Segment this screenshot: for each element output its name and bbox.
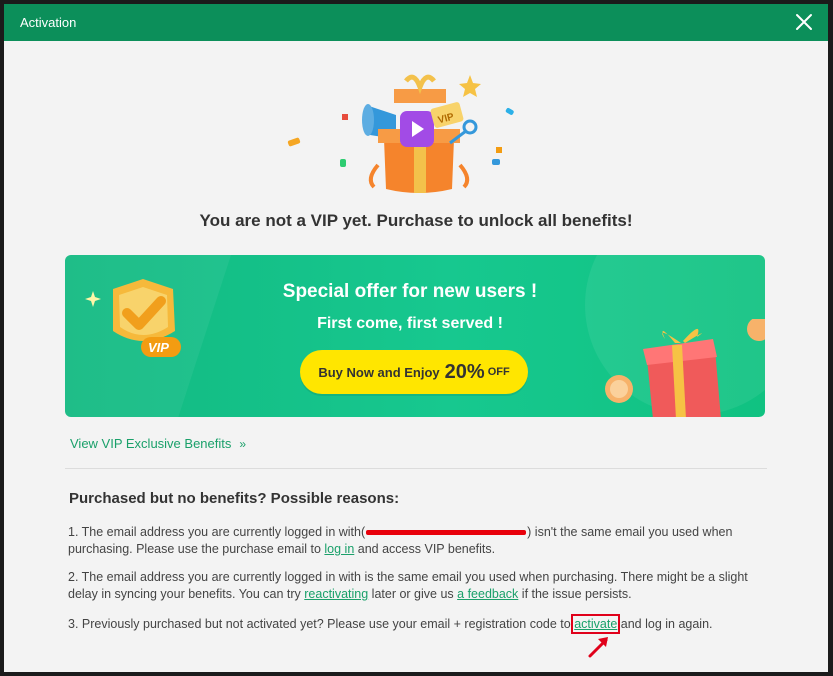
reason-1-text-c: and access VIP benefits.: [354, 542, 496, 556]
divider: [65, 468, 767, 469]
window-title: Activation: [20, 15, 77, 30]
reasons-title: Purchased but no benefits? Possible reas…: [69, 490, 400, 507]
buy-now-button[interactable]: Buy Now and Enjoy 20% OFF: [300, 350, 528, 394]
buy-button-percent: 20%: [444, 360, 485, 383]
offer-title: Special offer for new users !: [282, 281, 538, 302]
gift-box-icon: [605, 319, 765, 417]
reason-3: 3. Previously purchased but not activate…: [68, 614, 768, 634]
buy-button-prefix: Buy Now and Enjoy: [318, 364, 440, 380]
arrow-annotation-icon: [588, 637, 608, 658]
reason-2: 2. The email address you are currently l…: [68, 569, 768, 603]
buy-button-suffix: OFF: [487, 366, 510, 378]
activation-window: Activation VIP You are not a VIP yet. Pu…: [4, 4, 828, 672]
redacted-email: [366, 530, 527, 536]
reason-2-text-c: if the issue persists.: [518, 587, 632, 601]
close-icon[interactable]: [792, 10, 816, 34]
headline: You are not a VIP yet. Purchase to unloc…: [199, 211, 633, 230]
activate-link[interactable]: activate: [571, 614, 621, 634]
reason-2-text-b: later or give us: [368, 587, 458, 601]
title-bar: Activation: [4, 4, 828, 41]
reason-1: 1. The email address you are currently l…: [68, 524, 768, 558]
reason-3-text-a: 3. Previously purchased but not activate…: [68, 617, 575, 631]
content-area: VIP You are not a VIP yet. Purchase to u…: [4, 41, 828, 672]
vip-badge-text: VIP: [148, 340, 169, 355]
reason-3-text-b: and log in again.: [617, 617, 713, 631]
gift-hero-icon: VIP: [287, 74, 514, 193]
view-vip-benefits-link[interactable]: View VIP Exclusive Benefits »: [70, 436, 246, 451]
chevron-right-icon: »: [239, 437, 247, 451]
reactivating-link[interactable]: reactivating: [304, 587, 368, 601]
log-in-link[interactable]: log in: [324, 542, 354, 556]
vip-link-label: View VIP Exclusive Benefits: [70, 436, 232, 451]
reason-1-text-a: 1. The email address you are currently l…: [68, 525, 366, 539]
offer-banner: VIP Special offer for new users ! First …: [65, 255, 765, 417]
feedback-link[interactable]: a feedback: [457, 587, 518, 601]
